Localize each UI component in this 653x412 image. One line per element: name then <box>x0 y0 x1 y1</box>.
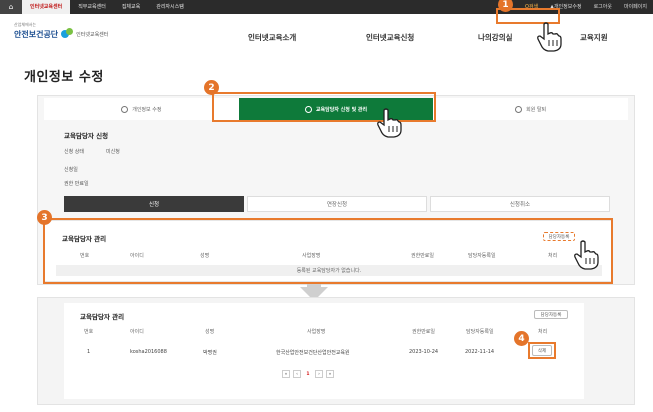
col-expire: 권한만료일 <box>412 329 436 335</box>
tab-edit-profile[interactable]: 개인정보 수정 <box>44 98 239 120</box>
result-register-button[interactable]: 담당자등록 <box>534 310 568 319</box>
next-page-button[interactable]: › <box>315 370 323 378</box>
logo[interactable]: 산업체에서는 안전보건공단 인터넷교육센터 <box>14 22 109 40</box>
row-company: 한국산업안전보건단산업안전교육원 <box>276 350 350 356</box>
logo-tagline: 산업체에서는 <box>14 22 37 27</box>
hand-cursor-icon <box>537 22 562 52</box>
nav-support[interactable]: 교육지원 <box>580 32 608 43</box>
col-name: 성명 <box>205 329 215 335</box>
result-title: 교육담당자 관리 <box>80 313 125 321</box>
site-tab-admin[interactable]: 관리자시스템 <box>148 0 192 14</box>
logo-sub: 인터넷교육센터 <box>76 31 109 38</box>
col-no: 번호 <box>84 329 94 335</box>
step-badge-4: 4 <box>514 331 529 346</box>
status-label: 신청 상태 <box>64 149 84 155</box>
pagination: « ‹ 1 › » <box>282 370 334 378</box>
nav-classroom[interactable]: 나의강의실 <box>478 32 513 43</box>
col-action: 처리 <box>538 329 548 335</box>
hand-cursor-icon <box>377 108 402 138</box>
status-value: 미신청 <box>106 149 120 155</box>
step-badge-2: 2 <box>204 80 219 95</box>
logo-mark-icon <box>61 28 74 40</box>
row-registered: 2022-11-14 <box>465 349 495 355</box>
site-tab-job[interactable]: 직무교육센터 <box>70 0 114 14</box>
col-id: 아이디 <box>130 329 144 335</box>
person-icon <box>121 105 129 113</box>
site-tab-internet[interactable]: 인터넷교육센터 <box>22 0 71 14</box>
row-no: 1 <box>87 349 91 355</box>
person-icon <box>515 105 523 113</box>
apply-date-label: 신청일 <box>64 167 78 173</box>
hand-cursor-icon <box>574 240 599 270</box>
logo-org: 안전보건공단 <box>14 29 59 39</box>
cancel-apply-button[interactable]: 신청취소 <box>430 196 610 212</box>
site-tabs: 인터넷교육센터 직무교육센터 집체교육 관리자시스템 <box>22 0 192 14</box>
row-name: 박명권 <box>203 350 217 356</box>
last-page-button[interactable]: » <box>326 370 334 378</box>
step-badge-3: 3 <box>37 210 52 225</box>
row-id: kosha2016088 <box>130 349 167 355</box>
home-icon[interactable]: ⌂ <box>0 0 22 14</box>
apply-button[interactable]: 신청 <box>64 196 244 212</box>
expire-label: 권한 만료일 <box>64 181 89 187</box>
col-company: 사업장명 <box>307 329 326 335</box>
highlight-manager-box <box>43 218 613 284</box>
row-expire: 2023-10-24 <box>409 349 439 355</box>
highlight-manager-tab <box>212 92 436 122</box>
apply-section-title: 교육담당자 신청 <box>64 132 109 140</box>
prev-page-button[interactable]: ‹ <box>293 370 301 378</box>
mypage-link[interactable]: 마이페이지 <box>618 0 653 14</box>
nav-apply[interactable]: 인터넷교육신청 <box>366 32 414 43</box>
apply-buttons: 신청 연장신청 신청취소 <box>64 196 610 212</box>
page-1[interactable]: 1 <box>304 370 312 378</box>
col-registered: 담당자등록일 <box>466 329 494 335</box>
tab-withdraw[interactable]: 회원 탈퇴 <box>433 98 629 120</box>
first-page-button[interactable]: « <box>282 370 290 378</box>
extend-button[interactable]: 연장신청 <box>247 196 427 212</box>
nav-intro[interactable]: 인터넷교육소개 <box>248 32 296 43</box>
logout-link[interactable]: 로그아웃 <box>588 0 618 14</box>
page-title: 개인정보 수정 <box>24 70 104 85</box>
highlight-delete <box>528 342 556 359</box>
site-tab-group[interactable]: 집체교육 <box>114 0 148 14</box>
